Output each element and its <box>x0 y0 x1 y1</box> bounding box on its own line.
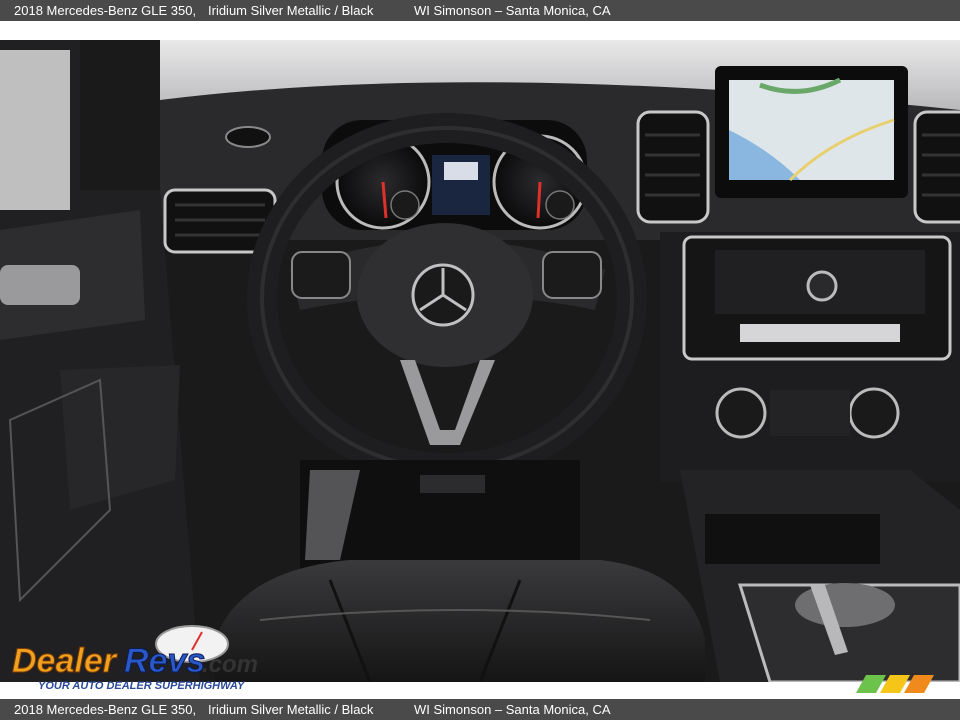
vehicle-title: 2018 Mercedes-Benz GLE 350, <box>14 702 197 717</box>
svg-text:Revs: Revs <box>124 642 205 680</box>
interior-photo <box>0 40 960 682</box>
svg-text:Dealer: Dealer <box>12 642 118 680</box>
vehicle-color: Iridium Silver Metallic / Black <box>208 3 374 18</box>
svg-text:.com: .com <box>202 651 258 678</box>
mmm-logo <box>856 675 934 693</box>
vehicle-title: 2018 Mercedes-Benz GLE 350, <box>14 3 197 18</box>
dealerrevs-tagline: YOUR AUTO DEALER SUPERHIGHWAY <box>38 680 245 692</box>
vehicle-color: Iridium Silver Metallic / Black <box>208 702 374 717</box>
bottom-caption-bar: 2018 Mercedes-Benz GLE 350, Iridium Silv… <box>0 699 960 720</box>
dealer-location: WI Simonson – Santa Monica, CA <box>414 702 611 717</box>
dealerrevs-logo: Dealer Revs .com <box>12 625 258 681</box>
top-caption-bar: 2018 Mercedes-Benz GLE 350, Iridium Silv… <box>0 0 960 21</box>
dealer-location: WI Simonson – Santa Monica, CA <box>414 3 611 18</box>
